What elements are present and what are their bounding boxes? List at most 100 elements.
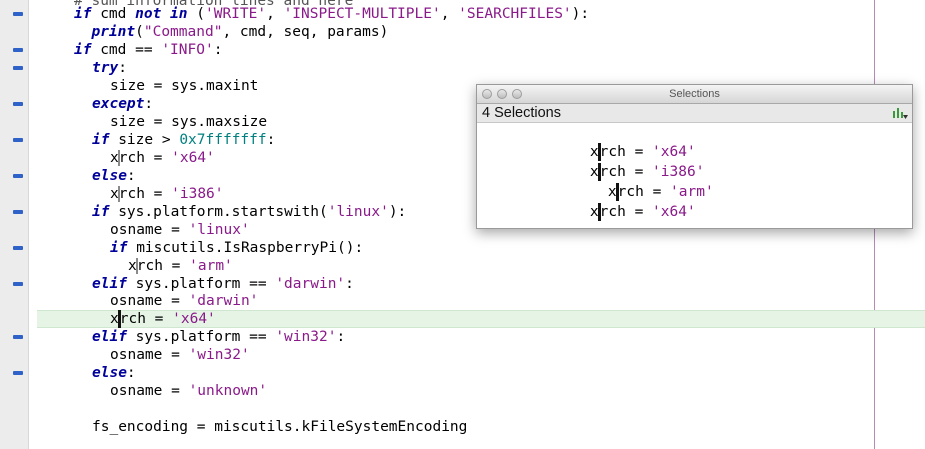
code-text: sys.platform == — [126, 276, 276, 292]
code-line: osname = 'darwin' — [0, 292, 925, 310]
selection-count: 4 Selections — [482, 105, 561, 121]
string-literal: 'WRITE' — [204, 6, 267, 22]
code-text: : — [336, 329, 346, 345]
code-text: : — [118, 60, 127, 76]
code-line: if cmd == 'INFO': — [0, 41, 925, 59]
code-line-current: xrch = 'x64' — [0, 310, 925, 328]
string-literal: 'SEARCHFILES' — [458, 6, 572, 22]
code-text: sys.platform.startswith( — [109, 204, 328, 220]
code-text: rch = — [118, 150, 172, 166]
code-text: rch = — [136, 258, 190, 274]
string-literal: 'INFO' — [161, 42, 214, 58]
selection-text: rch = — [599, 204, 653, 220]
keyword: if — [92, 204, 110, 220]
keyword: not in — [135, 6, 188, 22]
code-text: , — [440, 6, 459, 22]
code-text: ( — [187, 6, 205, 22]
selection-item[interactable]: xrch = 'i386' — [555, 142, 704, 181]
string-literal: 'win32' — [188, 347, 250, 363]
fold-marker-icon[interactable] — [13, 246, 23, 250]
keyword: print — [91, 24, 136, 40]
keyword: if — [92, 132, 110, 148]
code-line: if cmd not in ('WRITE', 'INSPECT-MULTIPL… — [0, 5, 925, 23]
code-text: osname = — [110, 293, 189, 309]
code-text: size > — [109, 132, 180, 148]
keyword: else — [92, 168, 127, 184]
code-line: osname = 'win32' — [0, 346, 925, 364]
code-text: cmd — [91, 6, 136, 22]
code-text: , cmd, seq, params) — [222, 24, 389, 40]
code-text: , — [266, 6, 284, 22]
selections-panel[interactable]: Selections 4 Selections xrch = 'x64' xrc… — [476, 84, 913, 229]
fold-marker-icon[interactable] — [13, 335, 23, 339]
selections-header: 4 Selections — [477, 104, 912, 123]
fold-marker-icon[interactable] — [13, 12, 23, 16]
code-line: if miscutils.IsRaspberryPi(): — [0, 239, 925, 257]
code-line: fs_encoding = miscutils.kFileSystemEncod… — [0, 418, 925, 436]
fold-marker-icon[interactable] — [13, 138, 23, 142]
keyword: elif — [92, 276, 127, 292]
code-line: elif sys.platform == 'darwin': — [0, 275, 925, 293]
fold-marker-icon[interactable] — [13, 210, 23, 214]
keyword: except — [92, 96, 145, 112]
code-text: fs_encoding = miscutils.kFileSystemEncod… — [92, 419, 468, 435]
string-literal: 'i386' — [171, 186, 224, 202]
selection-item[interactable]: xrch = 'x64' — [555, 182, 696, 221]
selection-item[interactable]: xrch = 'arm' — [573, 162, 714, 201]
keyword: try — [92, 60, 119, 76]
string-literal: 'unknown' — [188, 383, 268, 399]
selection-item[interactable]: xrch = 'x64' — [555, 122, 696, 161]
string-literal: 'win32' — [275, 329, 337, 345]
keyword: if — [110, 240, 128, 256]
fold-marker-icon[interactable] — [13, 66, 23, 70]
code-text: : — [126, 168, 136, 184]
keyword: if — [74, 6, 92, 22]
code-line: osname = 'unknown' — [0, 382, 925, 400]
code-text: size = sys.maxsize — [110, 114, 268, 130]
code-line: try: — [0, 59, 925, 77]
code-text: : — [266, 132, 276, 148]
code-text: miscutils.IsRaspberryPi(): — [127, 240, 364, 256]
code-text: rch = — [118, 186, 172, 202]
keyword: else — [92, 365, 127, 381]
string-literal: 'linux' — [188, 222, 250, 238]
panel-title: Selections — [669, 88, 720, 100]
code-text: : — [126, 365, 136, 381]
string-literal: 'darwin' — [188, 293, 259, 309]
string-literal: "Command" — [143, 24, 223, 40]
code-line: xrch = 'arm' — [0, 257, 925, 275]
string-literal: 'x64' — [172, 311, 216, 327]
options-menu-icon[interactable] — [892, 106, 908, 120]
fold-marker-icon[interactable] — [13, 174, 23, 178]
code-text: ( — [135, 24, 144, 40]
code-line: elif sys.platform == 'win32': — [0, 328, 925, 346]
code-text: : — [144, 96, 154, 112]
code-text: osname = — [110, 383, 189, 399]
fold-marker-icon[interactable] — [13, 48, 23, 52]
string-literal: 'darwin' — [275, 276, 346, 292]
code-line: else: — [0, 364, 925, 382]
string-literal: 'x64' — [171, 150, 215, 166]
code-text: ): — [571, 6, 590, 22]
keyword: elif — [92, 329, 127, 345]
panel-titlebar[interactable]: Selections — [477, 85, 912, 104]
string-literal: 'arm' — [189, 258, 233, 274]
code-text: : — [345, 276, 354, 292]
string-literal: 'linux' — [327, 204, 389, 220]
code-text: sys.platform == — [126, 329, 276, 345]
code-text: size = sys.maxint — [110, 78, 259, 94]
fold-marker-icon[interactable] — [13, 102, 23, 106]
string-literal: 'x64' — [652, 204, 696, 220]
string-literal: 'INSPECT-MULTIPLE' — [283, 6, 441, 22]
keyword: if — [74, 42, 92, 58]
code-line: print("Command", cmd, seq, params) — [0, 23, 925, 41]
fold-marker-icon[interactable] — [13, 371, 23, 375]
code-text: rch = — [119, 311, 173, 327]
code-text: cmd == — [91, 42, 162, 58]
code-text: ): — [388, 204, 407, 220]
code-text: osname = — [110, 222, 189, 238]
fold-marker-icon[interactable] — [13, 282, 23, 286]
number-literal: 0x7fffffff — [179, 132, 267, 148]
code-text: : — [213, 42, 223, 58]
code-text: osname = — [110, 347, 189, 363]
